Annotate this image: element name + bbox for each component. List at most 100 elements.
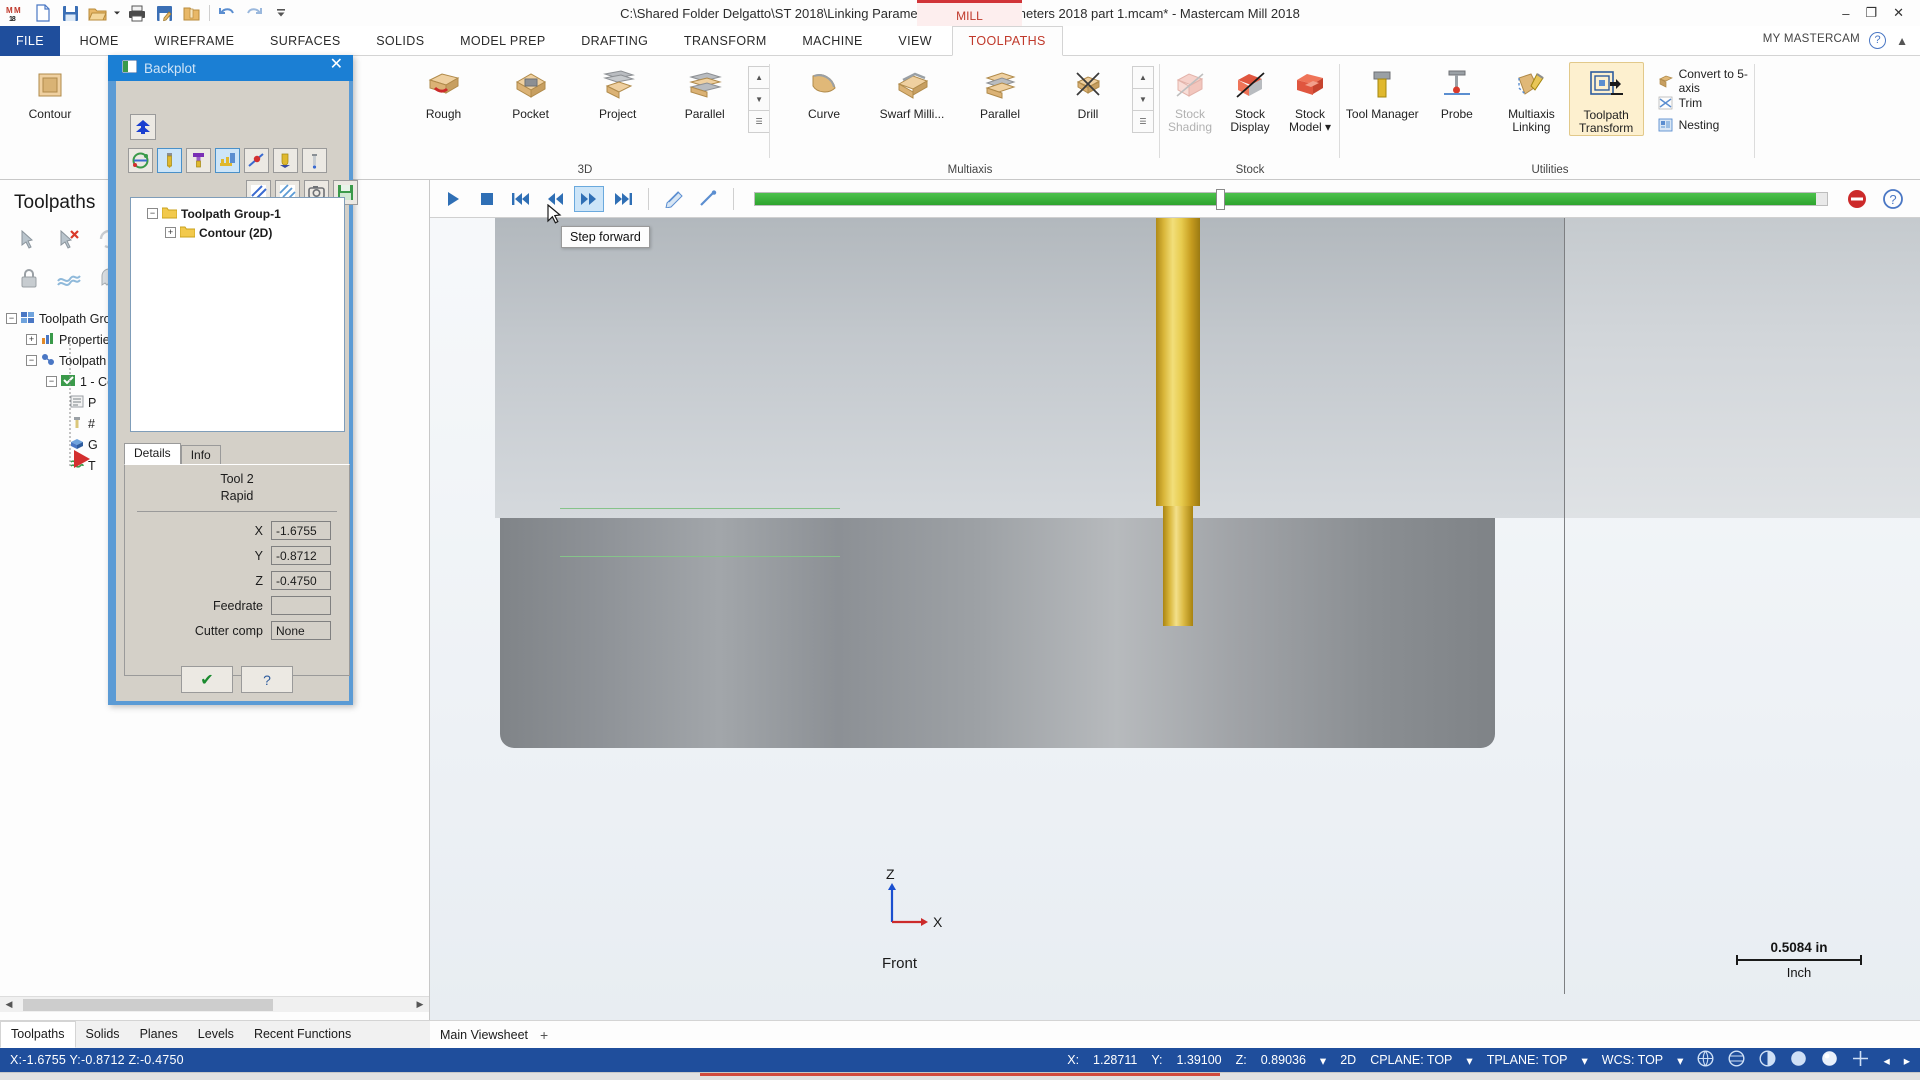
- ribbon-tab-home[interactable]: HOME: [64, 26, 135, 56]
- ribbon-button-parallel[interactable]: Parallel: [661, 62, 748, 121]
- details-x-value[interactable]: -1.6755: [271, 521, 331, 540]
- arrows-icon[interactable]: [1852, 1050, 1869, 1070]
- details-cutter-comp-value[interactable]: None: [271, 621, 331, 640]
- globe-icon[interactable]: [1697, 1050, 1714, 1070]
- shaded-icon[interactable]: [1759, 1050, 1776, 1070]
- ribbon-button-swarf-milling[interactable]: Swarf Milli...: [868, 62, 956, 121]
- display-holder-icon[interactable]: [186, 148, 211, 173]
- sphere-icon[interactable]: [1821, 1050, 1838, 1070]
- window-controls[interactable]: – ❐ ✕: [1842, 0, 1916, 26]
- measure-icon[interactable]: [693, 186, 723, 212]
- ribbon-button-project[interactable]: Project: [574, 62, 661, 121]
- gallery-expand[interactable]: ☰: [748, 110, 771, 133]
- 3d-gallery-scroll[interactable]: ▲ ▼ ☰: [748, 66, 771, 133]
- details-y-value[interactable]: -0.8712: [271, 546, 331, 565]
- ribbon-tab-transform[interactable]: TRANSFORM: [668, 26, 783, 56]
- info-icon[interactable]: [302, 148, 327, 173]
- ribbon-button-stock-shading[interactable]: Stock Shading: [1160, 62, 1220, 134]
- scroll-left-arrow[interactable]: ◀: [0, 999, 18, 1010]
- select-all-icon[interactable]: [12, 223, 46, 255]
- stop-record-icon[interactable]: [1842, 186, 1872, 212]
- tool-position-icon[interactable]: [273, 148, 298, 173]
- tab-toolpaths[interactable]: Toolpaths: [0, 1021, 76, 1048]
- ribbon-button-trim[interactable]: Trim: [1654, 92, 1755, 114]
- mill-context-tab[interactable]: MILL: [917, 0, 1022, 26]
- tab-info[interactable]: Info: [180, 445, 221, 465]
- help-button[interactable]: ?: [241, 666, 293, 693]
- backplot-progress-slider[interactable]: [754, 188, 1828, 210]
- play-button[interactable]: [438, 186, 468, 212]
- red-insert-arrow-icon[interactable]: [72, 448, 98, 473]
- ribbon-button-probe[interactable]: Probe: [1420, 62, 1495, 121]
- tree-expander[interactable]: +: [165, 227, 176, 238]
- ribbon-button-multiaxis-linking[interactable]: Multiaxis Linking: [1494, 62, 1569, 134]
- backplot-collapse-button[interactable]: [130, 114, 156, 140]
- ribbon-button-tool-manager[interactable]: Tool Manager: [1345, 62, 1420, 121]
- step-forward-button[interactable]: [574, 185, 604, 212]
- ribbon-tab-solids[interactable]: SOLIDS: [360, 26, 440, 56]
- status-cplane[interactable]: CPLANE: TOP: [1370, 1053, 1452, 1067]
- ribbon-tab-drafting[interactable]: DRAFTING: [565, 26, 664, 56]
- ribbon-tab-wireframe[interactable]: WIREFRAME: [138, 26, 250, 56]
- my-mastercam-label[interactable]: MY MASTERCAM: [1763, 33, 1860, 45]
- tab-levels[interactable]: Levels: [188, 1022, 244, 1047]
- minimize-button[interactable]: –: [1842, 6, 1849, 21]
- viewsheet-tab-main[interactable]: Main Viewsheet: [440, 1028, 528, 1042]
- backplot-title-bar[interactable]: Backplot ✕: [108, 55, 353, 81]
- gallery-scroll-up[interactable]: ▲: [748, 66, 771, 89]
- status-nav-right[interactable]: ▸: [1904, 1053, 1910, 1068]
- tree-expander[interactable]: −: [46, 376, 57, 387]
- lock-icon[interactable]: [12, 262, 46, 294]
- status-wcs[interactable]: WCS: TOP: [1602, 1053, 1663, 1067]
- ribbon-button-convert-5axis[interactable]: Convert to 5-axis: [1654, 67, 1755, 95]
- scroll-thumb[interactable]: [23, 998, 273, 1011]
- ma-scroll-up[interactable]: ▲: [1132, 66, 1154, 89]
- ribbon-button-ma-parallel[interactable]: Parallel: [956, 62, 1044, 121]
- ribbon-button-ma-drill[interactable]: Drill: [1044, 62, 1132, 121]
- backplot-operation-tree[interactable]: − Toolpath Group-1 + Contour (2D): [130, 197, 345, 432]
- scroll-right-arrow[interactable]: ▶: [411, 999, 429, 1010]
- toolpath-display-icon[interactable]: [52, 262, 86, 294]
- tree-expander[interactable]: +: [26, 334, 37, 345]
- backplot-close-icon[interactable]: ✕: [330, 57, 343, 73]
- tab-details[interactable]: Details: [124, 443, 181, 465]
- status-tplane[interactable]: TPLANE: TOP: [1487, 1053, 1568, 1067]
- ribbon-button-toolpath-transform[interactable]: Toolpath Transform: [1568, 62, 1644, 136]
- viewport-help-icon[interactable]: ?: [1878, 186, 1908, 212]
- help-icon[interactable]: ?: [1869, 32, 1886, 49]
- ribbon-tab-view[interactable]: VIEW: [882, 26, 948, 56]
- tab-planes[interactable]: Planes: [130, 1022, 188, 1047]
- details-z-value[interactable]: -0.4750: [271, 571, 331, 590]
- tab-recent-functions[interactable]: Recent Functions: [244, 1022, 361, 1047]
- backplot-tree-node-group[interactable]: − Toolpath Group-1: [135, 204, 340, 223]
- ribbon-tab-toolpaths[interactable]: TOOLPATHS: [951, 26, 1063, 56]
- status-nav-left[interactable]: ◂: [1883, 1053, 1889, 1068]
- ma-scroll-down[interactable]: ▼: [1132, 88, 1154, 111]
- status-tplane-dropdown-icon[interactable]: ▾: [1582, 1053, 1588, 1068]
- status-y-value[interactable]: 1.39100: [1176, 1053, 1221, 1067]
- tree-expander[interactable]: −: [147, 208, 158, 219]
- status-z-value[interactable]: 0.89036: [1261, 1053, 1306, 1067]
- tree-expander[interactable]: −: [6, 313, 17, 324]
- ribbon-button-pocket[interactable]: Pocket: [487, 62, 574, 121]
- ribbon-button-contour[interactable]: Contour: [6, 62, 94, 121]
- ribbon-button-stock-model[interactable]: Stock Model ▾: [1280, 62, 1340, 134]
- ribbon-tab-surfaces[interactable]: SURFACES: [254, 26, 357, 56]
- ma-expand[interactable]: ☰: [1132, 110, 1154, 133]
- display-tool-icon[interactable]: [157, 148, 182, 173]
- ribbon-button-rough[interactable]: Rough: [400, 62, 487, 121]
- status-cplane-dropdown-icon[interactable]: ▾: [1466, 1053, 1472, 1068]
- status-wcs-dropdown-icon[interactable]: ▾: [1677, 1053, 1683, 1068]
- display-toolpath-icon[interactable]: [128, 148, 153, 173]
- close-button[interactable]: ✕: [1893, 5, 1904, 21]
- ribbon-tab-model-prep[interactable]: MODEL PREP: [444, 26, 562, 56]
- ribbon-button-stock-display[interactable]: Stock Display: [1220, 62, 1280, 134]
- tab-solids[interactable]: Solids: [76, 1022, 130, 1047]
- ok-button[interactable]: ✔: [181, 666, 233, 693]
- wireframe-icon[interactable]: [1728, 1050, 1745, 1070]
- ribbon-tab-file[interactable]: FILE: [0, 26, 60, 56]
- scroll-track[interactable]: [18, 997, 411, 1012]
- backplot-tree-node-contour[interactable]: + Contour (2D): [135, 223, 340, 242]
- backplot-scene[interactable]: Z X Front 0.5084 in Inch: [430, 218, 1920, 1020]
- stop-button[interactable]: [472, 186, 502, 212]
